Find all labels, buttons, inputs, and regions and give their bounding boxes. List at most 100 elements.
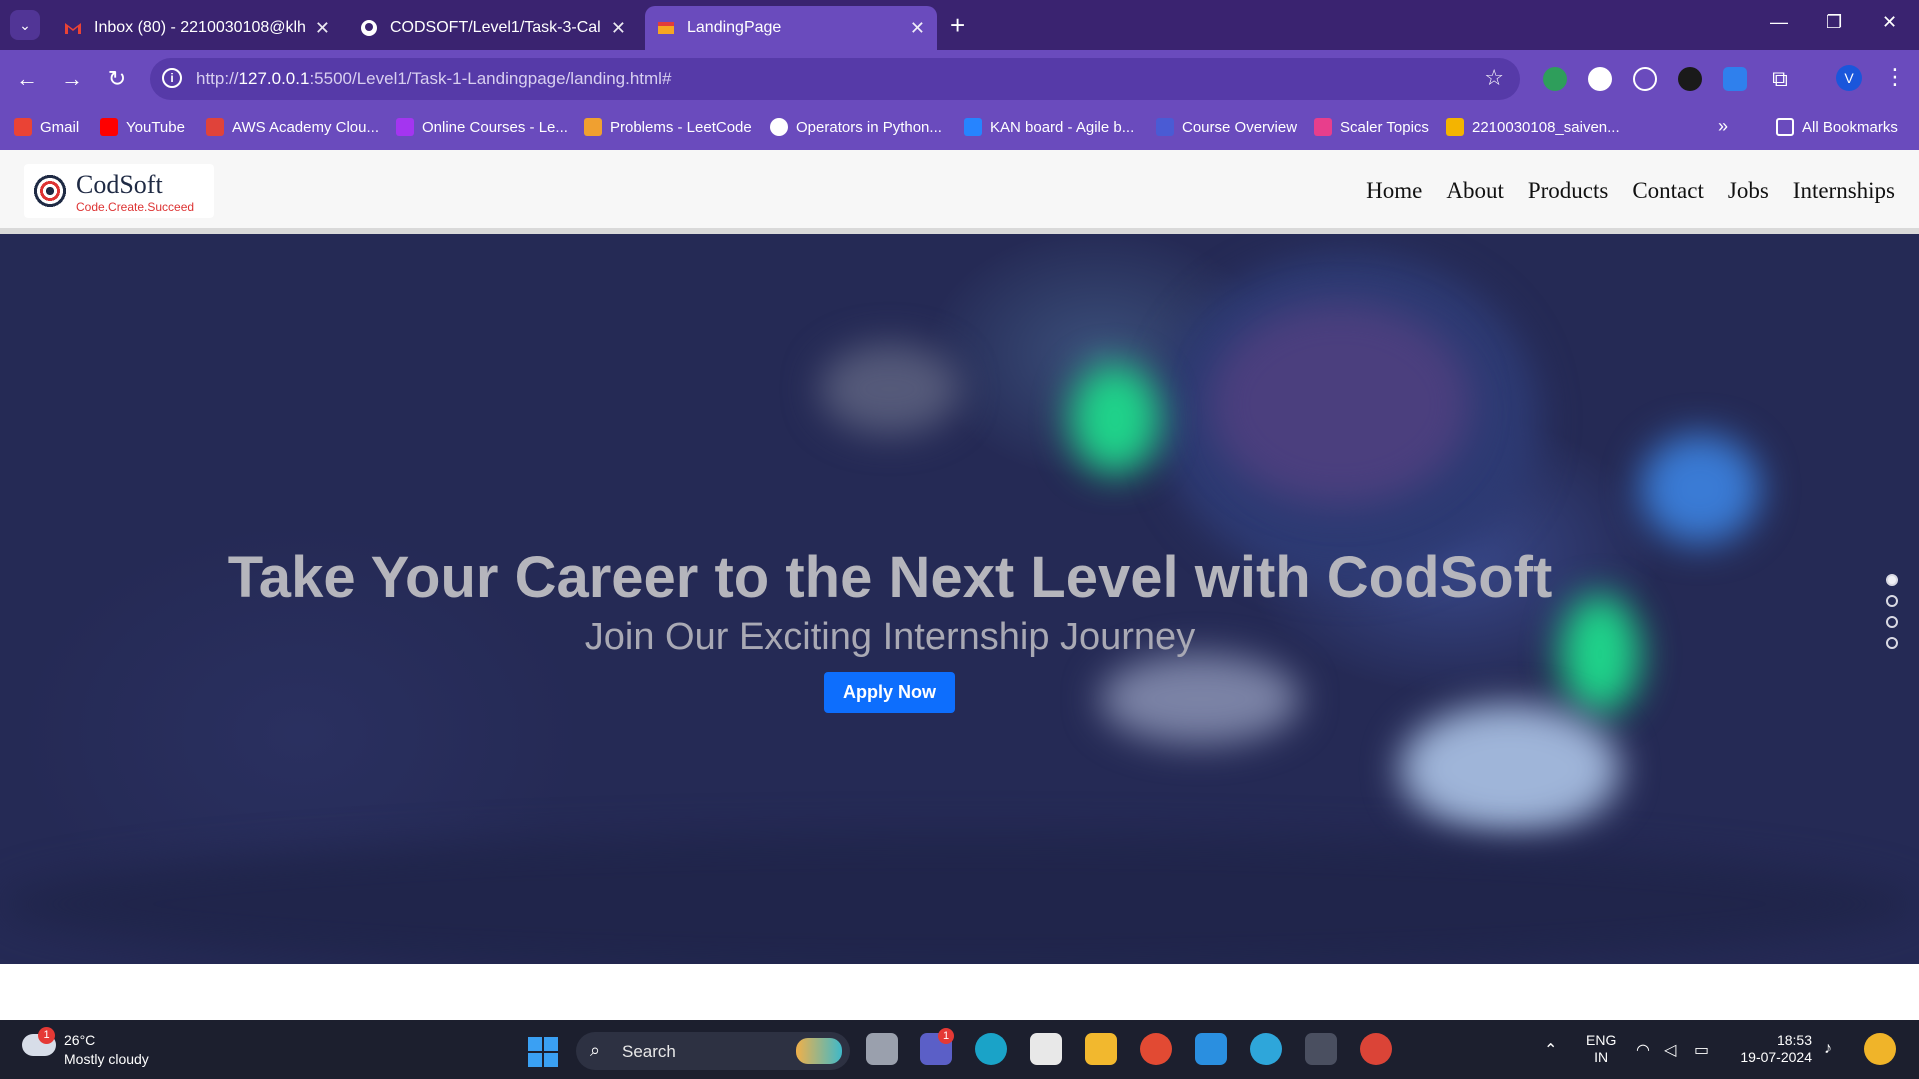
bookmark-youtube[interactable]: YouTube <box>100 118 185 136</box>
carousel-indicators <box>1886 574 1898 649</box>
clock[interactable]: 18:53 19-07-2024 <box>1732 1032 1812 1066</box>
hero-background-code-block <box>1100 654 1300 744</box>
bookmarks-bar: Gmail YouTube AWS Academy Clou... Online… <box>0 108 1919 150</box>
search-highlight-icon <box>796 1038 842 1064</box>
weather-badge: 1 <box>38 1027 55 1044</box>
site-header: CodSoft Code.Create.Succeed Home About P… <box>0 150 1919 234</box>
file-explorer-icon[interactable] <box>1085 1033 1117 1065</box>
bookmark-leetcode[interactable]: Problems - LeetCode <box>584 118 752 136</box>
puzzle-icon[interactable]: ⧉ <box>1768 67 1792 91</box>
teams-badge: 1 <box>938 1028 954 1044</box>
new-tab-button[interactable]: + <box>950 12 965 38</box>
carousel-dot[interactable] <box>1886 637 1898 649</box>
store-icon[interactable] <box>1030 1033 1062 1065</box>
tab-github[interactable]: CODSOFT/Level1/Task-3-Calcul ✕ <box>348 6 638 50</box>
telegram-icon[interactable] <box>1250 1033 1282 1065</box>
bookmark-kanban[interactable]: KAN board - Agile b... <box>964 118 1134 136</box>
site-info-icon[interactable]: i <box>162 68 182 88</box>
logo-tagline: Code.Create.Succeed <box>76 200 195 214</box>
forward-arrow-icon[interactable]: → <box>57 64 87 94</box>
battery-icon[interactable]: ▭ <box>1694 1040 1709 1060</box>
taskbar-search[interactable]: ⌕ Search <box>576 1032 850 1070</box>
close-icon[interactable]: ✕ <box>910 18 925 39</box>
leetcode-icon <box>584 118 602 136</box>
bookmark-star-icon[interactable]: ☆ <box>1484 65 1504 91</box>
course-icon <box>1156 118 1174 136</box>
tab-gmail[interactable]: Inbox (80) - 2210030108@klh.e ✕ <box>52 6 342 50</box>
bookmark-sheet[interactable]: 2210030108_saiven... <box>1446 118 1620 136</box>
bookmark-aws[interactable]: AWS Academy Clou... <box>206 118 379 136</box>
nav-jobs[interactable]: Jobs <box>1728 178 1769 204</box>
gmail-icon <box>65 23 81 34</box>
logo-name: CodSoft <box>76 170 163 199</box>
back-arrow-icon[interactable]: ← <box>12 64 42 94</box>
bookmark-gmail[interactable]: Gmail <box>14 118 79 136</box>
extension-grammarly-icon[interactable] <box>1588 67 1612 91</box>
tab-landingpage[interactable]: LandingPage ✕ <box>645 6 937 50</box>
nav-internships[interactable]: Internships <box>1793 178 1895 204</box>
chrome-active-icon[interactable] <box>1305 1033 1337 1065</box>
copilot-icon[interactable] <box>1864 1033 1896 1065</box>
menu-kebab-icon[interactable]: ⋮ <box>1884 64 1906 90</box>
task-view-icon[interactable] <box>866 1033 898 1065</box>
wps-office-icon[interactable] <box>1140 1033 1172 1065</box>
wifi-icon[interactable]: ◠ <box>1636 1040 1650 1060</box>
hero-carousel: Take Your Career to the Next Level with … <box>0 234 1919 964</box>
weather-condition[interactable]: Mostly cloudy <box>64 1051 149 1067</box>
carousel-dot[interactable] <box>1886 595 1898 607</box>
nav-products[interactable]: Products <box>1528 178 1609 204</box>
chevron-up-icon[interactable]: ⌃ <box>1544 1040 1557 1060</box>
taskbar: 1 26°C Mostly cloudy ⌕ Search 1 ⌃ ENG IN… <box>0 1020 1919 1079</box>
bookmark-udemy[interactable]: Online Courses - Le... <box>396 118 568 136</box>
search-icon: ⌕ <box>590 1040 601 1060</box>
nav-about[interactable]: About <box>1446 178 1504 204</box>
scaler-icon <box>1314 118 1332 136</box>
carousel-dot[interactable] <box>1886 574 1898 586</box>
hero-background-glow <box>1640 434 1760 544</box>
hero-background-plant <box>1070 364 1160 474</box>
temperature[interactable]: 26°C <box>64 1032 95 1048</box>
bookmark-scaler[interactable]: Scaler Topics <box>1314 118 1429 136</box>
extension-dark-icon[interactable] <box>1678 67 1702 91</box>
chevron-down-icon: ⌄ <box>19 16 31 33</box>
language-indicator[interactable]: ENG IN <box>1586 1032 1616 1066</box>
jira-icon <box>964 118 982 136</box>
hero-subtitle: Join Our Exciting Internship Journey <box>584 616 1196 658</box>
logo-mark-icon <box>32 173 68 209</box>
bookmark-course[interactable]: Course Overview <box>1156 118 1297 136</box>
nav-contact[interactable]: Contact <box>1632 178 1704 204</box>
nav-home[interactable]: Home <box>1366 178 1422 204</box>
vscode-icon[interactable] <box>1195 1033 1227 1065</box>
close-window-icon[interactable]: ✕ <box>1882 12 1897 33</box>
tab-search-button[interactable]: ⌄ <box>10 10 40 40</box>
folder-icon <box>1776 118 1794 136</box>
extension-doc-icon[interactable] <box>1723 67 1747 91</box>
restore-icon[interactable]: ❐ <box>1826 12 1842 33</box>
reload-icon[interactable]: ↻ <box>102 64 132 94</box>
windows-start-icon[interactable] <box>528 1037 558 1067</box>
react-devtools-icon[interactable] <box>1633 67 1657 91</box>
logo[interactable]: CodSoft Code.Create.Succeed <box>24 164 214 218</box>
extension-icon[interactable] <box>1543 67 1567 91</box>
url-text[interactable]: http://127.0.0.1:5500/Level1/Task-1-Land… <box>196 69 671 89</box>
search-placeholder: Search <box>622 1042 676 1061</box>
close-icon[interactable]: ✕ <box>611 18 626 39</box>
edge-icon[interactable] <box>975 1033 1007 1065</box>
tab-strip: ⌄ Inbox (80) - 2210030108@klh.e ✕ CODSOF… <box>0 0 1919 50</box>
volume-icon[interactable]: ◁ <box>1664 1040 1676 1060</box>
chrome-icon[interactable] <box>1360 1033 1392 1065</box>
close-icon[interactable]: ✕ <box>315 18 330 39</box>
hero-background-keyboard <box>1400 704 1620 834</box>
chart-icon <box>1446 118 1464 136</box>
hero-background-screen <box>1210 304 1470 504</box>
notification-bell-icon[interactable]: ♪ <box>1824 1040 1832 1058</box>
apply-now-button[interactable]: Apply Now <box>824 672 955 713</box>
avatar[interactable]: V <box>1836 65 1862 91</box>
more-bookmarks-icon[interactable]: » <box>1718 116 1728 137</box>
address-bar[interactable]: i http://127.0.0.1:5500/Level1/Task-1-La… <box>150 58 1520 100</box>
bookmark-python[interactable]: Operators in Python... <box>770 118 942 136</box>
minimize-icon[interactable]: — <box>1770 12 1788 33</box>
tab-label: LandingPage <box>687 19 782 36</box>
carousel-dot[interactable] <box>1886 616 1898 628</box>
all-bookmarks[interactable]: All Bookmarks <box>1776 118 1898 136</box>
